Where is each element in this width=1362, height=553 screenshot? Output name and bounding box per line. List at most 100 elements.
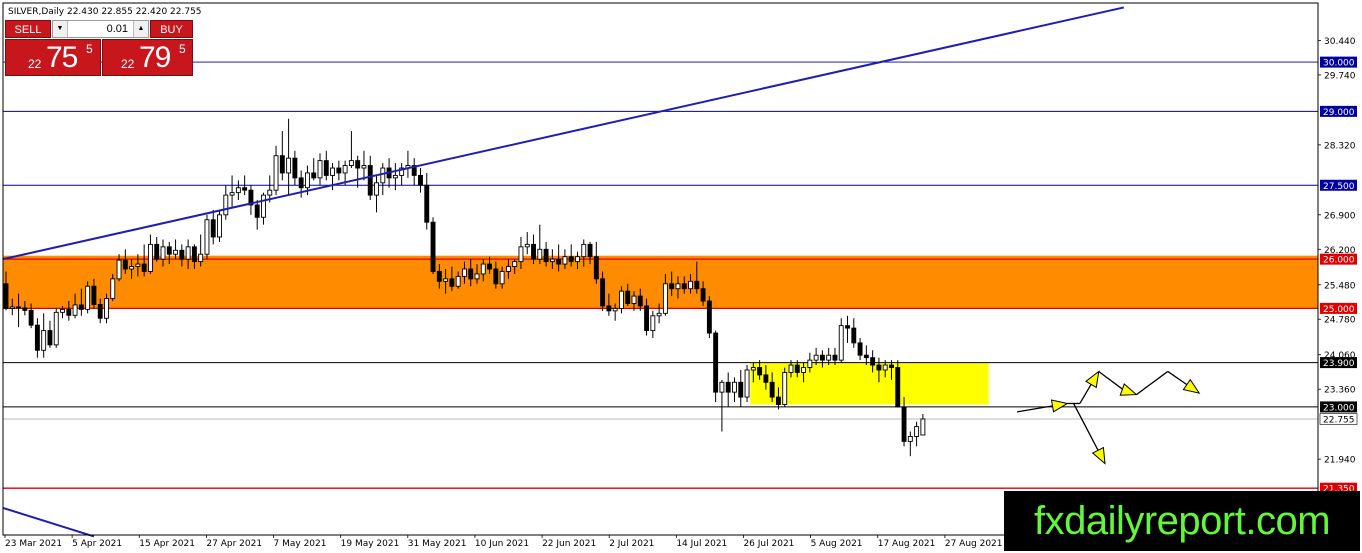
candle-body-up: [512, 261, 518, 267]
candle-body-up: [562, 256, 568, 265]
candle-body-up: [455, 275, 461, 287]
candle-body-up: [330, 167, 336, 176]
candle-body-up: [907, 436, 913, 442]
x-tick-label: 19 May 2021: [341, 539, 400, 549]
buy-price-button[interactable]: 22 79 5: [102, 39, 193, 76]
candle-body-up: [53, 311, 59, 346]
candle-body-down: [625, 290, 631, 304]
candle-body-down: [606, 305, 612, 312]
candle-body-down: [154, 243, 160, 260]
candle-body-up: [72, 304, 78, 316]
candle-body-down: [845, 325, 850, 329]
candle-body-up: [750, 367, 756, 371]
candle-body-down: [832, 354, 838, 361]
candle-body-up: [374, 182, 379, 196]
candle-body-down: [706, 300, 712, 334]
candle-body-up: [229, 192, 235, 196]
candle-body-up: [198, 253, 204, 263]
candle-body-down: [97, 304, 103, 319]
level-label-30.000: 30.000: [1323, 59, 1355, 69]
triangle-down-icon[interactable]: ▼: [53, 21, 68, 37]
candle-body-down: [895, 367, 901, 408]
candle-body-up: [675, 283, 681, 290]
candle: [53, 308, 59, 348]
symbol-title: SILVER,Daily 22.430 22.855 22.420 22.755: [8, 7, 202, 17]
candle-body-up: [650, 315, 656, 332]
candle-body-up: [9, 306, 15, 309]
candle-body-up: [656, 312, 662, 317]
sell-price-pip: 5: [86, 42, 93, 56]
candle-body-down: [543, 248, 549, 263]
level-label-25.000: 25.000: [1323, 305, 1355, 315]
candle-body-down: [311, 172, 317, 179]
candle-body-down: [889, 364, 894, 368]
candle-body-down: [367, 165, 373, 196]
candle: [706, 296, 712, 338]
candle-body-up: [443, 278, 449, 282]
y-tick-label: 30.440: [1324, 37, 1356, 47]
candle-body-down: [179, 249, 185, 260]
lot-size-input[interactable]: 0.01: [69, 21, 132, 37]
candle-body-up: [549, 258, 555, 263]
level-label-23.000: 23.000: [1323, 403, 1355, 413]
candle-body-down: [775, 396, 781, 405]
candle: [85, 281, 91, 314]
buy-button[interactable]: BUY: [150, 20, 193, 38]
candle: [744, 365, 750, 402]
candle-body-down: [66, 308, 72, 316]
one-click-trading-panel: SELL ▼ 0.01 ▲ BUY 22 75 5 22 79 5: [5, 20, 193, 76]
candle-body-up: [41, 330, 47, 351]
y-tick-label: 23.360: [1324, 386, 1356, 396]
chart-canvas: 30.00029.00027.50026.00025.00023.90023.0…: [0, 0, 1362, 553]
candle-body-down: [449, 278, 455, 287]
candle-body-up: [147, 243, 153, 272]
candle-body-down: [141, 263, 147, 272]
candle-body-up: [920, 418, 926, 436]
y-tick-label: 24.060: [1324, 351, 1356, 361]
sell-price-prefix: 22: [28, 57, 42, 71]
sell-button[interactable]: SELL: [5, 20, 51, 38]
candle-body-up: [204, 219, 210, 255]
candle-body-down: [757, 367, 763, 376]
candle-body-down: [279, 155, 285, 174]
candle-body-up: [782, 371, 788, 405]
candle-body-up: [173, 249, 179, 255]
triangle-up-icon[interactable]: ▲: [133, 21, 148, 37]
candle-body-down: [487, 263, 493, 270]
y-tick-label: 26.200: [1324, 246, 1356, 256]
y-tick-label: 25.480: [1324, 281, 1356, 291]
candle-body-down: [794, 364, 800, 373]
candle-body-down: [242, 187, 248, 191]
x-tick-label: 22 Jun 2021: [542, 539, 596, 549]
candle-body-down: [851, 327, 857, 344]
candle-body-up: [348, 160, 354, 167]
candle-body-up: [807, 359, 813, 368]
candle-body-down: [34, 324, 40, 351]
candle-body-down: [355, 160, 361, 169]
candle-body-up: [317, 160, 323, 179]
candle-body-up: [361, 165, 367, 169]
lot-size-stepper[interactable]: ▼ 0.01 ▲: [52, 20, 149, 38]
candle-body-down: [16, 306, 22, 309]
candle-body-up: [461, 268, 467, 277]
candle-body-down: [763, 374, 769, 383]
candle-body-up: [631, 295, 637, 304]
y-tick-label: 26.900: [1324, 211, 1356, 221]
candle: [895, 360, 901, 408]
candle-body-up: [217, 214, 222, 238]
candle-body-up: [838, 325, 844, 361]
candle-body-up: [116, 259, 122, 280]
candle-body-up: [267, 189, 273, 196]
level-label-22.755: 22.755: [1323, 415, 1355, 425]
candle-body-down: [725, 381, 731, 393]
candle-body-down: [681, 283, 687, 290]
candle-body-up: [581, 243, 587, 258]
sell-price-button[interactable]: 22 75 5: [5, 39, 101, 76]
candle-body-down: [587, 243, 593, 258]
candle-body-down: [323, 160, 329, 176]
candle-body-up: [882, 364, 888, 371]
candle-body-up: [744, 369, 750, 398]
candle: [713, 330, 719, 402]
buy-price-prefix: 22: [121, 57, 135, 71]
x-tick-label: 5 Apr 2021: [72, 539, 122, 549]
